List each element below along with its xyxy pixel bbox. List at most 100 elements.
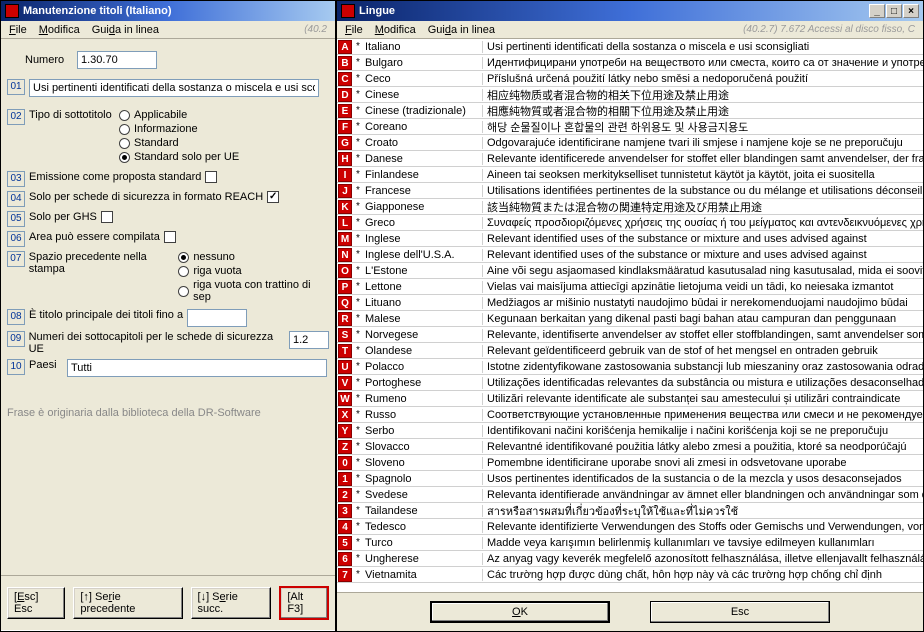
lang-translation[interactable]: Идентифицирани употреби на веществото ил… bbox=[483, 57, 923, 69]
emissione-checkbox[interactable] bbox=[205, 171, 217, 183]
lang-translation[interactable]: Příslušná určená použití látky nebo směs… bbox=[483, 73, 923, 85]
language-row[interactable]: C*CecoPříslušná určená použití látky neb… bbox=[337, 71, 923, 87]
lang-key[interactable]: 5 bbox=[338, 536, 352, 550]
lang-key[interactable]: G bbox=[338, 136, 352, 150]
lang-translation[interactable]: Az anyag vagy keverék megfelelő azonosít… bbox=[483, 553, 923, 565]
language-row[interactable]: N*Inglese dell'U.S.A.Relevant identified… bbox=[337, 247, 923, 263]
paesi-input[interactable] bbox=[67, 359, 327, 377]
lang-key[interactable]: A bbox=[338, 40, 352, 54]
radio-informazione[interactable] bbox=[119, 124, 130, 135]
lang-translation[interactable]: 相應純物質或者混合物的相關下位用途及禁止用途 bbox=[483, 103, 923, 119]
language-row[interactable]: Y*SerboIdentifikovani načini korišćenja … bbox=[337, 423, 923, 439]
language-list[interactable]: A*ItalianoUsi pertinenti identificati de… bbox=[337, 39, 923, 592]
maximize-button[interactable]: □ bbox=[886, 4, 902, 18]
esc-button-right[interactable]: Esc bbox=[650, 601, 830, 623]
lang-translation[interactable]: 相应纯物质或者混合物的相关下位用途及禁止用途 bbox=[483, 87, 923, 103]
language-row[interactable]: 6*UnghereseAz anyag vagy keverék megfele… bbox=[337, 551, 923, 567]
lang-key[interactable]: O bbox=[338, 264, 352, 278]
language-row[interactable]: A*ItalianoUsi pertinenti identificati de… bbox=[337, 39, 923, 55]
lang-key[interactable]: C bbox=[338, 72, 352, 86]
field-num-06[interactable]: 06 bbox=[7, 231, 25, 247]
lang-translation[interactable]: Utilizări relevante identificate ale sub… bbox=[483, 393, 923, 405]
menu-guida-r[interactable]: Guida in linea bbox=[422, 22, 501, 38]
menu-file[interactable]: File bbox=[3, 22, 33, 38]
lang-key[interactable]: S bbox=[338, 328, 352, 342]
lang-translation[interactable]: 該当純物質または混合物の関連特定用途及び用禁止用途 bbox=[483, 199, 923, 215]
lang-translation[interactable]: สารหรือสารผสมที่เกี่ยวข้องที่ระบุให้ใช้แ… bbox=[483, 502, 923, 520]
next-series-button[interactable]: [↓] Serie succ. bbox=[191, 587, 272, 619]
lang-key[interactable]: 0 bbox=[338, 456, 352, 470]
language-row[interactable]: G*CroatoOdgovarajuće identificirane namj… bbox=[337, 135, 923, 151]
lang-key[interactable]: D bbox=[338, 88, 352, 102]
lang-key[interactable]: 4 bbox=[338, 520, 352, 534]
description-input[interactable] bbox=[29, 79, 319, 97]
lang-translation[interactable]: Vielas vai maisījuma attiecīgi apzinātie… bbox=[483, 281, 923, 293]
language-row[interactable]: B*BulgaroИдентифицирани употреби на веще… bbox=[337, 55, 923, 71]
lang-translation[interactable]: Istotne zidentyfikowane zastosowania sub… bbox=[483, 361, 923, 373]
radio-standard-ue[interactable] bbox=[119, 152, 130, 163]
radio-standard[interactable] bbox=[119, 138, 130, 149]
lang-key[interactable]: E bbox=[338, 104, 352, 118]
language-row[interactable]: R*MaleseKegunaan berkaitan yang dikenal … bbox=[337, 311, 923, 327]
field-num-01[interactable]: 01 bbox=[7, 79, 25, 95]
language-row[interactable]: L*GrecoΣυναφείς προσδιοριζόμενες χρήσεις… bbox=[337, 215, 923, 231]
lang-key[interactable]: 6 bbox=[338, 552, 352, 566]
language-row[interactable]: 7*VietnamitaCác trường hợp được dùng chấ… bbox=[337, 567, 923, 583]
area-checkbox[interactable] bbox=[164, 231, 176, 243]
lang-key[interactable]: F bbox=[338, 120, 352, 134]
field-num-03[interactable]: 03 bbox=[7, 171, 25, 187]
field-num-10[interactable]: 10 bbox=[7, 359, 25, 375]
radio-riga-vuota[interactable] bbox=[178, 266, 189, 277]
lang-key[interactable]: X bbox=[338, 408, 352, 422]
lang-translation[interactable]: Các trường hợp được dùng chất, hỗn hợp n… bbox=[483, 569, 923, 581]
lang-key[interactable]: M bbox=[338, 232, 352, 246]
field-num-02[interactable]: 02 bbox=[7, 109, 25, 125]
field-num-07[interactable]: 07 bbox=[7, 251, 25, 267]
lang-key[interactable]: 1 bbox=[338, 472, 352, 486]
lang-key[interactable]: V bbox=[338, 376, 352, 390]
lang-key[interactable]: P bbox=[338, 280, 352, 294]
lang-translation[interactable]: Usi pertinenti identificati della sostan… bbox=[483, 41, 923, 53]
language-row[interactable]: P*LettoneVielas vai maisījuma attiecīgi … bbox=[337, 279, 923, 295]
ok-button[interactable]: OK bbox=[430, 601, 610, 623]
language-row[interactable]: W*RumenoUtilizări relevante identificate… bbox=[337, 391, 923, 407]
lang-translation[interactable]: Pomembne identificirane uporabe snovi al… bbox=[483, 457, 923, 469]
reach-checkbox[interactable] bbox=[267, 191, 279, 203]
lang-translation[interactable]: Usos pertinentes identificados de la sus… bbox=[483, 473, 923, 485]
lang-translation[interactable]: Relevanta identifierade användningar av … bbox=[483, 489, 923, 501]
lang-translation[interactable]: Medžiagos ar mišinio nustatyti naudojimo… bbox=[483, 297, 923, 309]
lang-key[interactable]: Z bbox=[338, 440, 352, 454]
language-row[interactable]: U*PolaccoIstotne zidentyfikowane zastoso… bbox=[337, 359, 923, 375]
minimize-button[interactable]: _ bbox=[869, 4, 885, 18]
radio-applicabile[interactable] bbox=[119, 110, 130, 121]
lang-key[interactable]: B bbox=[338, 56, 352, 70]
lang-translation[interactable]: Aineen tai seoksen merkitykselliset tunn… bbox=[483, 169, 923, 181]
language-row[interactable]: K*Giapponese該当純物質または混合物の関連特定用途及び用禁止用途 bbox=[337, 199, 923, 215]
lang-translation[interactable]: 해당 순물질이나 혼합물의 관련 하위용도 및 사용금지용도 bbox=[483, 119, 923, 135]
prev-series-button[interactable]: [↑] Serie precedente bbox=[73, 587, 182, 619]
language-row[interactable]: S*NorvegeseRelevante, identifiserte anve… bbox=[337, 327, 923, 343]
lang-key[interactable]: R bbox=[338, 312, 352, 326]
menu-modifica[interactable]: Modifica bbox=[33, 22, 86, 38]
lang-translation[interactable]: Relevantné identifikované použitia látky… bbox=[483, 441, 923, 453]
language-row[interactable]: J*FranceseUtilisations identifiées perti… bbox=[337, 183, 923, 199]
lang-key[interactable]: Q bbox=[338, 296, 352, 310]
lang-translation[interactable]: Aine või segu asjaomased kindlaksmääratu… bbox=[483, 265, 923, 277]
lang-key[interactable]: 2 bbox=[338, 488, 352, 502]
menu-file-r[interactable]: File bbox=[339, 22, 369, 38]
field-num-05[interactable]: 05 bbox=[7, 211, 25, 227]
lang-translation[interactable]: Relevant geïdentificeerd gebruik van de … bbox=[483, 345, 923, 357]
lang-translation[interactable]: Соответствующие установленные применения… bbox=[483, 409, 923, 421]
lang-key[interactable]: J bbox=[338, 184, 352, 198]
field-num-04[interactable]: 04 bbox=[7, 191, 25, 207]
esc-button[interactable]: [Esc] Esc bbox=[7, 587, 65, 619]
language-row[interactable]: O*L'EstoneAine või segu asjaomased kindl… bbox=[337, 263, 923, 279]
lang-translation[interactable]: Relevant identified uses of the substanc… bbox=[483, 249, 923, 261]
lang-key[interactable]: N bbox=[338, 248, 352, 262]
language-row[interactable]: 5*TurcoMadde veya karışımın belirlenmiş … bbox=[337, 535, 923, 551]
language-row[interactable]: 0*SlovenoPomembne identificirane uporabe… bbox=[337, 455, 923, 471]
language-row[interactable]: V*PortogheseUtilizações identificadas re… bbox=[337, 375, 923, 391]
lang-translation[interactable]: Madde veya karışımın belirlenmiş kullanı… bbox=[483, 537, 923, 549]
radio-riga-sep[interactable] bbox=[178, 286, 189, 297]
lang-key[interactable]: T bbox=[338, 344, 352, 358]
